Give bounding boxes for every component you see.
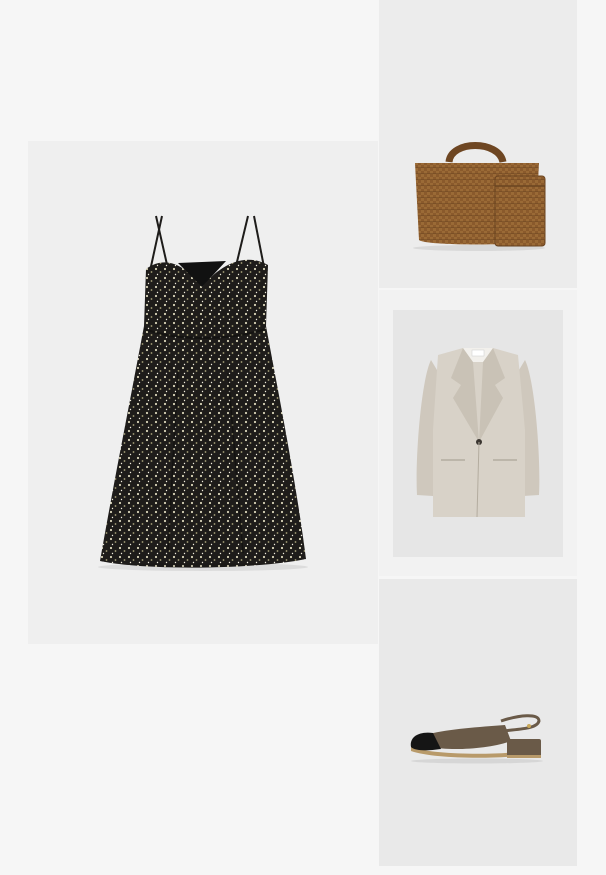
bag-product-tile[interactable] (379, 0, 577, 288)
dress-product-tile[interactable] (28, 141, 378, 644)
blazer-image (416, 348, 540, 518)
blazer-product-tile[interactable] (393, 310, 563, 557)
bag-image (413, 142, 546, 251)
shoe-image (410, 714, 543, 764)
dress-image (98, 215, 308, 571)
shoe-product-tile[interactable] (379, 579, 577, 866)
outfit-board: { "board": { "items": [ { "name": "flora… (0, 0, 606, 875)
